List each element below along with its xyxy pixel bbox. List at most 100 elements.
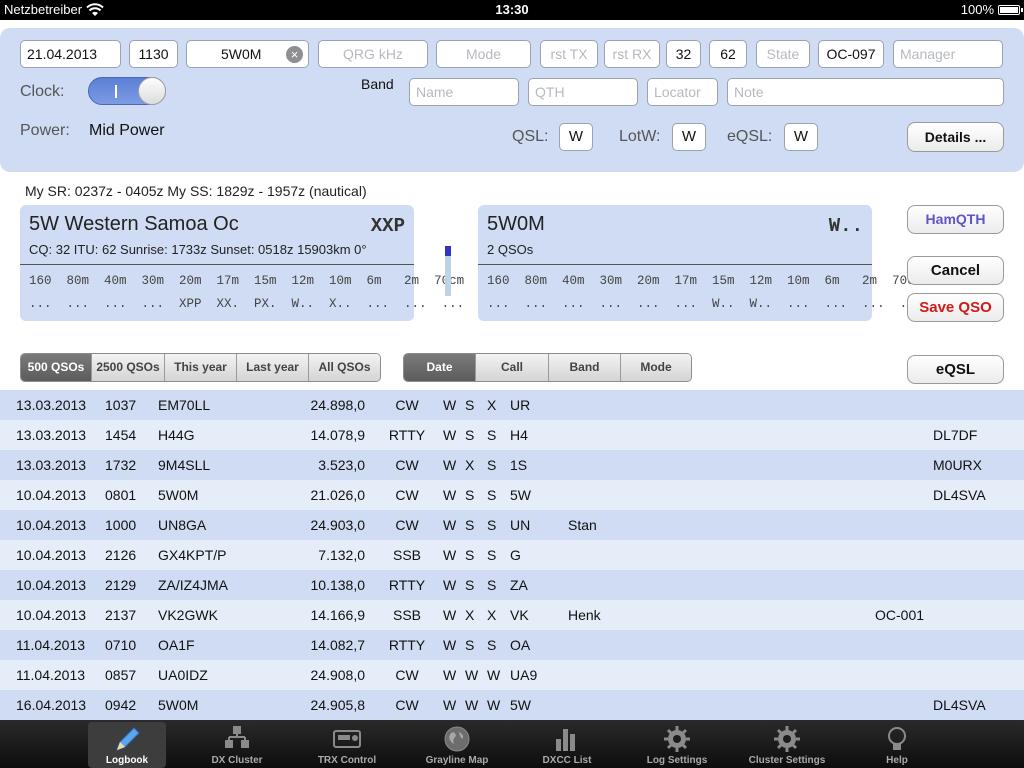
eqsl-status[interactable]: W — [784, 123, 818, 151]
segment-this-year[interactable]: This year — [165, 354, 237, 381]
cell-date: 11.04.2013 — [16, 637, 86, 653]
save-qso-button[interactable]: Save QSO — [907, 293, 1004, 322]
hamqth-button[interactable]: HamQTH — [907, 205, 1004, 234]
tab-logbook[interactable]: Logbook — [88, 722, 166, 768]
name-field[interactable]: Name — [409, 78, 519, 106]
cell-date: 10.04.2013 — [16, 517, 87, 533]
table-row[interactable]: 11.04.2013 0710 OA1F 14.082,7 RTTY W S S OA — [0, 630, 1024, 660]
date-field[interactable]: 21.04.2013 — [20, 40, 121, 68]
call-band-header: 160 80m 40m 30m 20m 17m 15m 12m 10m 6m 2… — [487, 274, 923, 288]
cell-lotw: S — [465, 547, 475, 563]
locator-field[interactable]: Locator — [647, 78, 718, 106]
sort-call[interactable]: Call — [476, 354, 549, 381]
clear-icon[interactable]: × — [286, 46, 303, 63]
cell-eqsl: W — [487, 667, 501, 683]
table-row[interactable]: 10.04.2013 2137 VK2GWK 14.166,9 SSB W X X VK Henk… — [0, 600, 1024, 630]
tab-dxcc-list[interactable]: DXCC List — [528, 722, 606, 768]
power-label: Power: — [20, 122, 70, 139]
cell-qsl: W — [443, 607, 457, 623]
cell-qsl: W — [443, 547, 457, 563]
table-row[interactable]: 13.03.2013 1732 9M4SLL 3.523,0 CW W X S 1S M0URX — [0, 450, 1024, 480]
tab-help[interactable]: Help — [858, 722, 936, 768]
gear-icon — [664, 726, 690, 752]
table-row[interactable]: 11.04.2013 0857 UA0IDZ 24.908,0 CW W W W UA9 — [0, 660, 1024, 690]
cell-date: 10.04.2013 — [16, 487, 87, 503]
cell-frequency: 3.523,0 — [318, 457, 365, 473]
cell-mode: CW — [395, 517, 419, 533]
iota-field[interactable]: OC-097 — [818, 40, 884, 68]
state-field[interactable]: State — [756, 40, 810, 68]
lotw-status[interactable]: W — [672, 123, 706, 151]
tab-trx-control[interactable]: TRX Control — [308, 722, 386, 768]
segment-500-qsos[interactable]: 500 QSOs — [21, 354, 92, 381]
table-row[interactable]: 10.04.2013 1000 UN8GA 24.903,0 CW W S S UN Stan — [0, 510, 1024, 540]
call-value: 5W0M — [221, 46, 262, 62]
table-row[interactable]: 13.03.2013 1037 EM70LL 24.898,0 CW W S X UR — [0, 390, 1024, 420]
cell-call: UA0IDZ — [158, 667, 208, 683]
dxcc-info: CQ: 32 ITU: 62 Sunrise: 1733z Sunset: 05… — [29, 242, 367, 257]
rst-tx-field[interactable]: rst TX — [540, 40, 598, 68]
table-row[interactable]: 10.04.2013 2126 GX4KPT/P 7.132,0 SSB W S S G — [0, 540, 1024, 570]
table-row[interactable]: 10.04.2013 0801 5W0M 21.026,0 CW W S S 5W DL4SVA — [0, 480, 1024, 510]
table-row[interactable]: 10.04.2013 2129 ZA/IZ4JMA 10.138,0 RTTY W S S ZA — [0, 570, 1024, 600]
power-value[interactable]: Mid Power — [89, 122, 165, 140]
qrg-field[interactable]: QRG kHz — [318, 40, 428, 68]
cell-lotw: W — [465, 697, 479, 713]
segment-last-year[interactable]: Last year — [237, 354, 309, 381]
eqsl-button[interactable]: eQSL — [907, 355, 1004, 384]
segment-all-qsos[interactable]: All QSOs — [309, 354, 380, 381]
tab-dx-cluster[interactable]: DX Cluster — [198, 722, 276, 768]
lotw-label: LotW: — [619, 128, 661, 145]
cancel-button[interactable]: Cancel — [907, 256, 1004, 285]
details-button[interactable]: Details ... — [907, 122, 1004, 152]
cell-eqsl: S — [487, 547, 497, 563]
itu-zone-field[interactable]: 62 — [709, 40, 747, 68]
cq-zone-field[interactable]: 32 — [666, 40, 701, 68]
note-field[interactable]: Note — [727, 78, 1004, 106]
cell-call: 5W0M — [158, 487, 199, 503]
sort-band[interactable]: Band — [549, 354, 621, 381]
cell-qsl: W — [443, 397, 457, 413]
table-row[interactable]: 16.04.2013 0942 5W0M 24.905,8 CW W W W 5W DL4SVA — [0, 690, 1024, 720]
cell-lotw: X — [465, 457, 475, 473]
segment-2500-qsos[interactable]: 2500 QSOs — [92, 354, 165, 381]
cell-date: 13.03.2013 — [16, 397, 87, 413]
tab-label: Log Settings — [646, 755, 708, 766]
sun-times: My SR: 0237z - 0405z My SS: 1829z - 1957… — [25, 183, 367, 199]
tab-log-settings[interactable]: Log Settings — [638, 722, 716, 768]
cell-frequency: 10.138,0 — [310, 577, 366, 593]
mode-field[interactable]: Mode — [436, 40, 531, 68]
cell-prefix: 5W — [510, 697, 531, 713]
cell-qsl: W — [443, 697, 457, 713]
pencil-icon — [116, 727, 140, 751]
cell-lotw: S — [465, 577, 475, 593]
qso-filter-segments: 500 QSOs 2500 QSOs This year Last year A… — [20, 353, 381, 382]
eqsl-label: eQSL: — [727, 128, 773, 145]
cell-frequency: 14.082,7 — [310, 637, 366, 653]
table-row[interactable]: 13.03.2013 1454 H44G 14.078,9 RTTY W S S H4 DL7DF — [0, 420, 1024, 450]
cell-qsl: W — [443, 667, 457, 683]
qsl-label: QSL: — [512, 128, 549, 145]
cell-eqsl: S — [487, 427, 497, 443]
qsl-status[interactable]: W — [559, 123, 593, 151]
tab-cluster-settings[interactable]: Cluster Settings — [748, 722, 826, 768]
cell-prefix: OA — [510, 637, 531, 653]
sort-date[interactable]: Date — [404, 354, 476, 381]
rst-rx-field[interactable]: rst RX — [604, 40, 660, 68]
time-field[interactable]: 1130 — [129, 40, 178, 68]
cell-qsl: W — [443, 457, 457, 473]
cell-prefix: H4 — [510, 427, 528, 443]
tab-label: DX Cluster — [211, 755, 263, 766]
manager-field[interactable]: Manager — [893, 40, 1003, 68]
cell-prefix: UN — [510, 517, 531, 533]
cell-eqsl: S — [487, 577, 497, 593]
dxcc-band-header: 160 80m 40m 30m 20m 17m 15m 12m 10m 6m 2… — [29, 274, 465, 288]
toggle-knob — [138, 77, 166, 105]
sort-mode[interactable]: Mode — [621, 354, 691, 381]
clock-toggle[interactable] — [88, 77, 166, 105]
qth-field[interactable]: QTH — [528, 78, 638, 106]
cell-iota: OC-001 — [875, 607, 925, 623]
call-field[interactable]: 5W0M × — [186, 40, 309, 68]
tab-grayline-map[interactable]: Grayline Map — [418, 722, 496, 768]
cell-prefix: UR — [510, 397, 531, 413]
